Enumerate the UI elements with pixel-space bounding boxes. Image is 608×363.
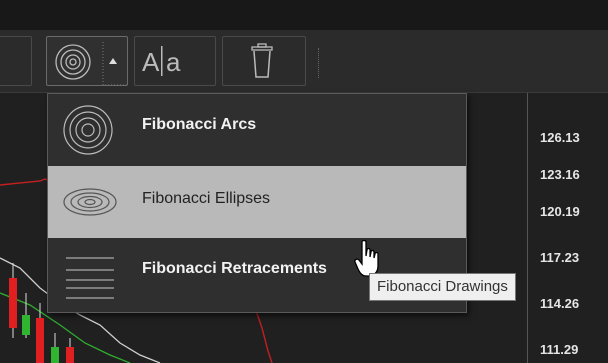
trash-icon <box>251 43 273 78</box>
top-bar <box>0 0 608 30</box>
toolbar-separator <box>318 48 320 78</box>
price-label: 126.13 <box>540 130 580 145</box>
price-label: 111.29 <box>540 342 579 357</box>
menu-item-label: Fibonacci Retracements <box>142 260 327 277</box>
concentric-circles-icon <box>55 42 127 86</box>
price-label: 117.23 <box>540 250 580 265</box>
svg-text:a: a <box>166 47 181 77</box>
price-label: 114.26 <box>540 296 580 311</box>
fibonacci-retracements-icon <box>66 257 114 299</box>
drawing-toolbar: A a <box>0 30 608 93</box>
fibonacci-arcs-icon <box>63 105 113 155</box>
tooltip: Fibonacci Drawings <box>369 273 516 301</box>
previous-tool-button[interactable] <box>0 36 32 86</box>
menu-item-fibonacci-arcs[interactable]: Fibonacci Arcs <box>48 94 466 166</box>
fibonacci-ellipses-icon <box>63 188 117 216</box>
text-label-icon: A a <box>142 46 181 77</box>
menu-item-label: Fibonacci Ellipses <box>142 190 271 207</box>
svg-text:A: A <box>142 47 160 77</box>
delete-drawings-button[interactable] <box>222 36 306 86</box>
price-label: 123.16 <box>540 167 580 182</box>
price-label: 120.19 <box>540 204 580 219</box>
menu-item-fibonacci-ellipses[interactable]: Fibonacci Ellipses <box>48 166 466 238</box>
fibonacci-tools-button[interactable] <box>46 36 128 86</box>
price-axis-border <box>527 93 528 363</box>
menu-item-label: Fibonacci Arcs <box>142 116 257 133</box>
text-tool-button[interactable]: A a <box>134 36 216 86</box>
